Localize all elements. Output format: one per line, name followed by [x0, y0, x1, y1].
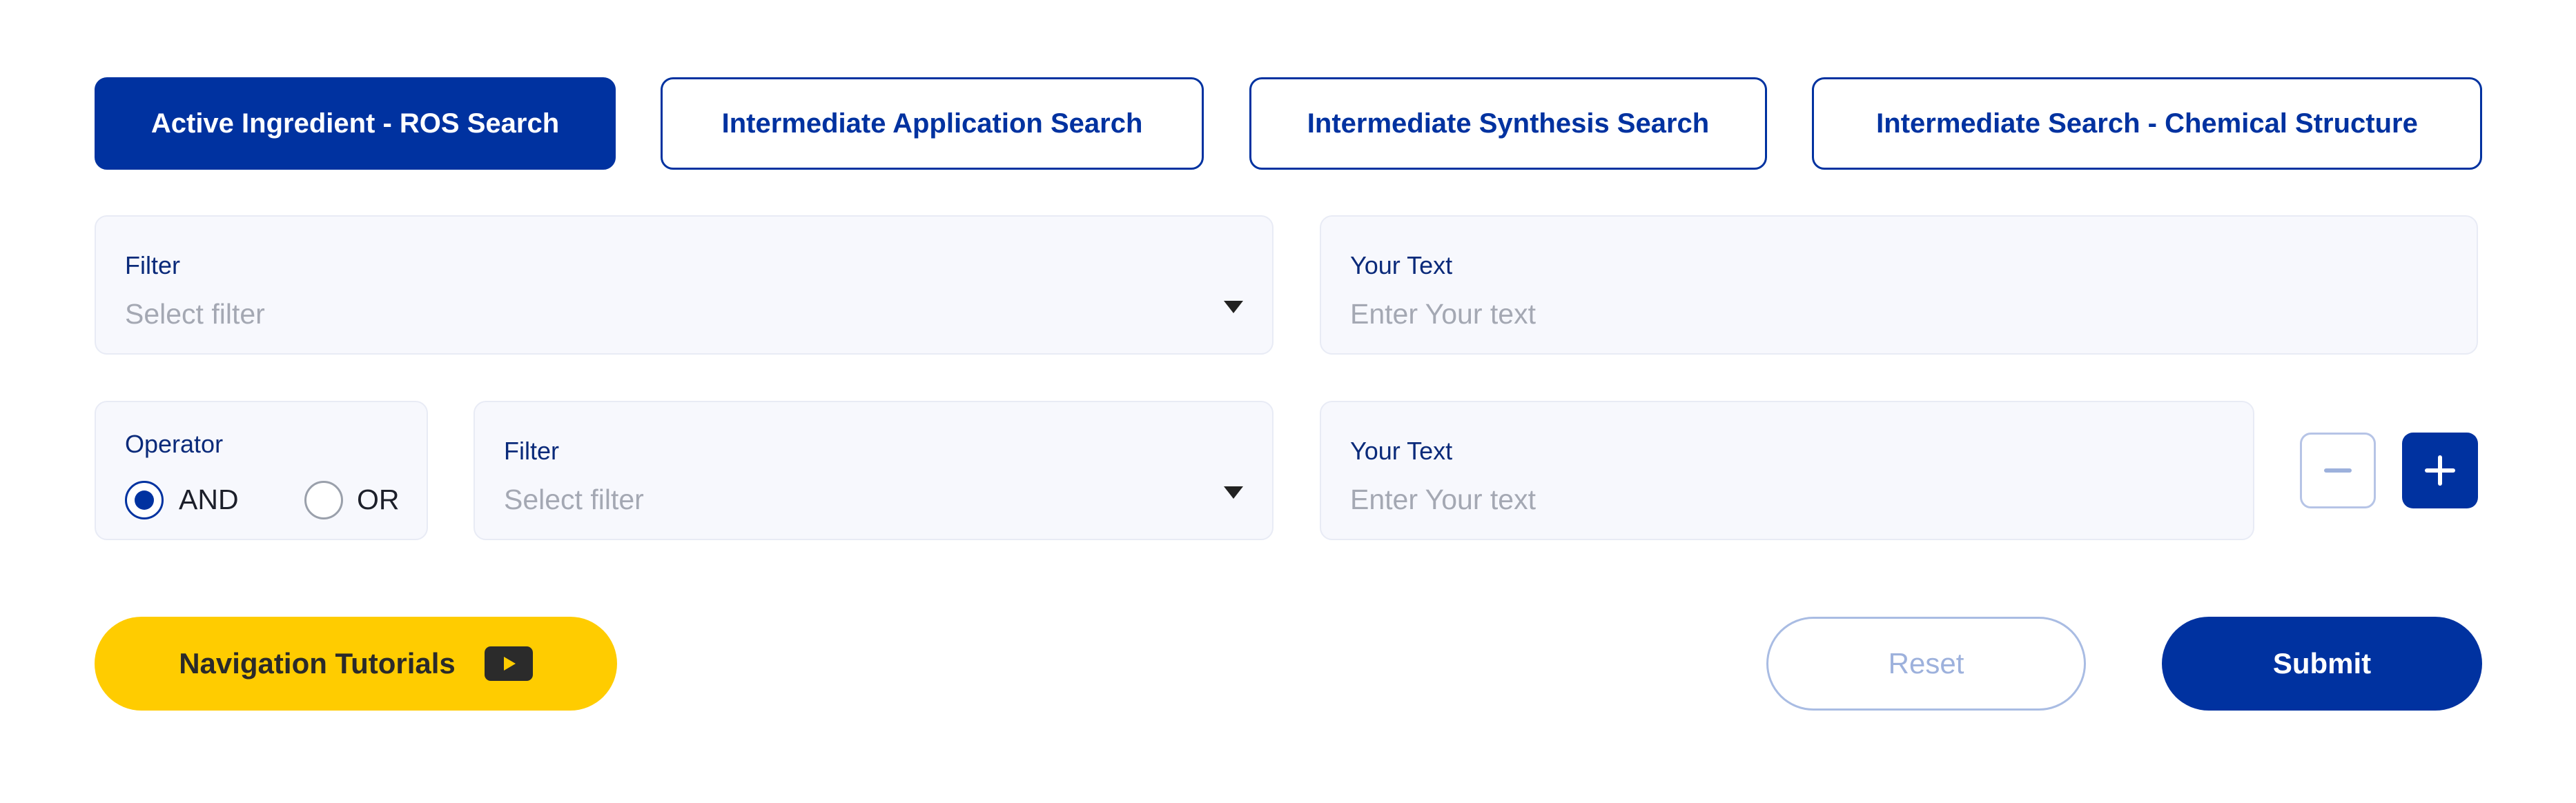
caret-down-icon[interactable] — [1224, 486, 1243, 499]
add-row-button[interactable] — [2402, 433, 2478, 508]
operator-and-label[interactable]: AND — [179, 484, 239, 516]
caret-down-icon[interactable] — [1224, 301, 1243, 313]
filter-placeholder: Select filter — [125, 298, 265, 330]
filter-label: Filter — [504, 437, 559, 465]
tab-active-ingredient-ros-search[interactable]: Active Ingredient - ROS Search — [95, 77, 616, 170]
your-text-label: Your Text — [1350, 437, 1453, 465]
navigation-tutorials-label: Navigation Tutorials — [179, 647, 456, 680]
operator-or-radio[interactable] — [304, 481, 343, 519]
your-text-placeholder: Enter Your text — [1350, 484, 1536, 515]
submit-button[interactable]: Submit — [2162, 617, 2482, 711]
text-input-row2[interactable]: Your Text Enter Your text — [1320, 401, 2254, 540]
filter-select-row2[interactable]: Filter Select filter — [474, 401, 1274, 540]
plus-icon — [2425, 455, 2455, 486]
remove-row-button[interactable] — [2300, 433, 2376, 508]
operator-and-radio[interactable] — [125, 481, 164, 519]
your-text-placeholder: Enter Your text — [1350, 298, 1536, 330]
text-input-row1[interactable]: Your Text Enter Your text — [1320, 215, 2478, 355]
navigation-tutorials-button[interactable]: Navigation Tutorials — [95, 617, 617, 711]
play-icon — [484, 646, 533, 681]
filter-placeholder: Select filter — [504, 484, 644, 515]
filter-label: Filter — [125, 251, 180, 279]
tab-intermediate-application-search[interactable]: Intermediate Application Search — [661, 77, 1204, 170]
operator-label: Operator — [125, 430, 224, 458]
filter-select-row1[interactable]: Filter Select filter — [95, 215, 1274, 355]
tab-intermediate-search-chemical-structure[interactable]: Intermediate Search - Chemical Structure — [1812, 77, 2482, 170]
your-text-label: Your Text — [1350, 251, 1453, 279]
tab-intermediate-synthesis-search[interactable]: Intermediate Synthesis Search — [1249, 77, 1767, 170]
operator-group: Operator AND OR — [95, 401, 428, 540]
operator-or-label[interactable]: OR — [357, 484, 400, 516]
reset-button[interactable]: Reset — [1766, 617, 2086, 711]
minus-icon — [2324, 468, 2352, 473]
